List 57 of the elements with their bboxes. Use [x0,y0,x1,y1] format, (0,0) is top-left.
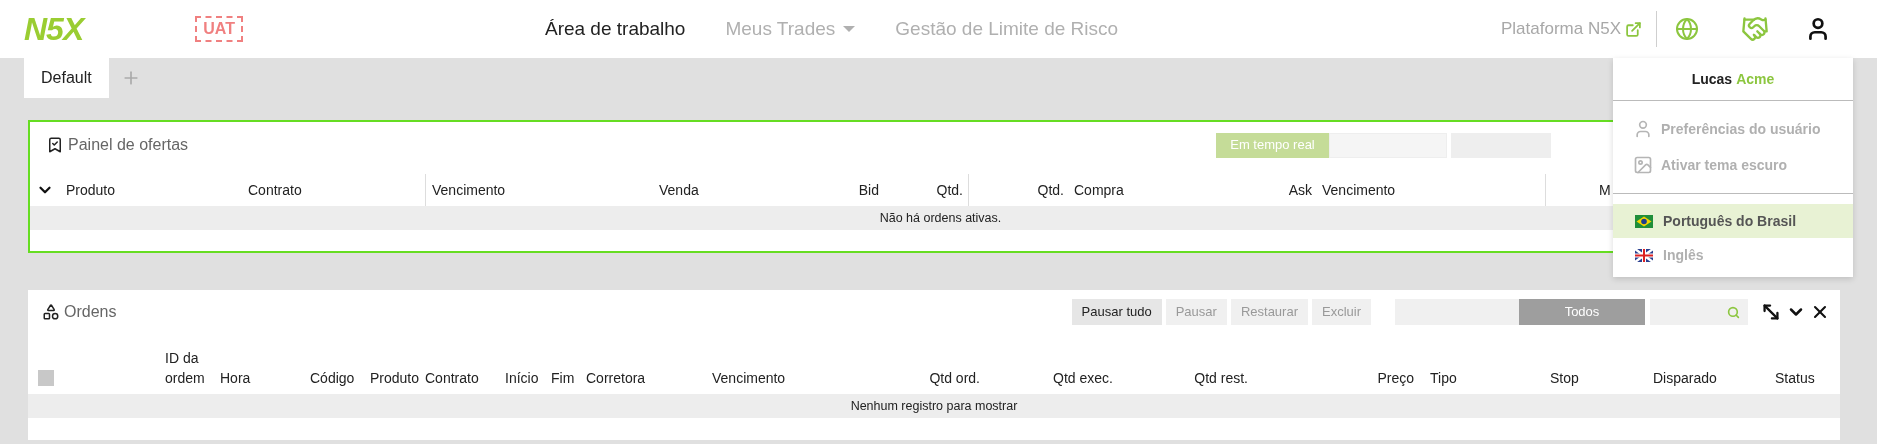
menu-item[interactable]: Preferências do usuário [1613,111,1853,147]
image-icon [1633,155,1653,175]
column-header: Disparado [1653,369,1718,388]
column-header: Tipo [1429,369,1458,388]
expand-icon[interactable] [1760,301,1782,323]
brazil-flag-icon [1635,214,1653,228]
column-header: Qtd ord. [928,369,980,388]
handshake-icon[interactable] [1741,15,1769,43]
column-header: Produto [370,369,421,388]
panel-title: Ordens [64,302,117,322]
user-last-name: Acme [1736,69,1775,89]
column-header: Corretora [586,369,647,388]
column-header: Status [1775,369,1816,388]
column-header: Qtd rest. [1193,369,1248,388]
column-header: Bid [857,180,879,200]
column-header: Vencimento [431,180,507,200]
user-first-name: Lucas [1691,69,1733,89]
user-icon [1633,119,1653,139]
search-icon [1727,305,1740,319]
language-option[interactable]: Português do Brasil [1613,204,1853,238]
toolbar-button[interactable]: Pausar tudo [1071,299,1162,325]
column-header: Hora [220,369,252,388]
filter-segment[interactable]: Todos [1519,299,1645,325]
column-header: Código [310,369,356,388]
bookmark-check-icon [46,136,64,154]
column-header: Vencimento [712,369,787,388]
nav-link[interactable]: Meus Trades [725,14,856,44]
panel-title: Painel de ofertas [68,135,189,155]
search-field[interactable] [1650,299,1748,325]
workspace-tab[interactable]: Default [24,58,109,98]
column-header: Fim [551,369,576,388]
column-header: Qtd exec. [1052,369,1113,388]
nav-link[interactable]: Gestão de Limite de Risco [895,14,1119,44]
column-header: Preço [1376,369,1414,388]
column-header: ID da ordem [165,349,206,388]
platform-link[interactable]: Plataforma N5X [1501,16,1642,42]
column-header: Contrato [425,369,480,388]
logo: N5X [24,13,84,45]
environment-badge: UAT [195,16,243,42]
shapes-icon [42,303,60,321]
language-option[interactable]: Inglês [1613,238,1853,272]
uk-flag-icon [1635,248,1653,262]
column-header: Início [505,369,540,388]
column-header: Compra [1073,180,1125,200]
nav-link[interactable]: Área de trabalho [544,14,686,44]
column-header: Produto [66,180,117,200]
blank-segment[interactable] [1329,132,1447,158]
empty-row: Nenhum registro para mostrar [28,394,1840,418]
column-header: Venda [659,180,700,200]
realtime-toggle[interactable]: Em tempo real [1216,132,1329,158]
globe-icon[interactable] [1675,17,1699,41]
column-header: Qtd. [1036,180,1064,200]
column-header: M [1598,180,1612,200]
external-link-icon [1625,20,1642,38]
menu-item[interactable]: Ativar tema escuro [1613,147,1853,183]
column-header: Ask [1289,180,1312,200]
column-header: Stop [1550,369,1580,388]
